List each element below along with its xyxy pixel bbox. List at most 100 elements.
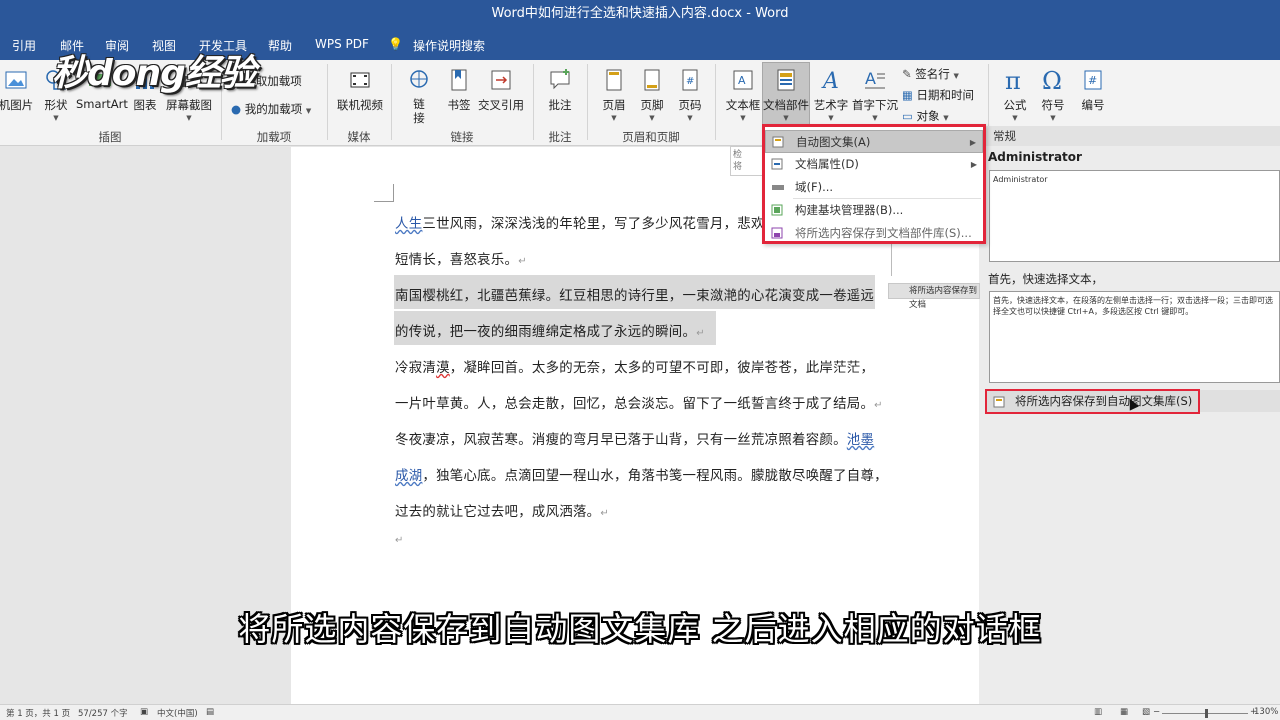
page-number-label: 页码	[678, 98, 702, 112]
save-to-autotext-gallery-button[interactable]: 将所选内容保存到自动图文集库(S)	[985, 389, 1200, 414]
menu-item-field[interactable]: 域(F)...	[765, 176, 983, 199]
window-title: Word中如何进行全选和快速插入内容.docx - Word	[0, 0, 1280, 30]
doc-line[interactable]: 冬夜凄凉，风寂苦寒。消瘦的弯月早已落于山背，只有一丝荒凉照着容颜。池墨	[395, 428, 874, 448]
zoom-slider-thumb[interactable]	[1205, 709, 1208, 718]
dropcap-label: 首字下沉	[852, 98, 898, 112]
cross-reference-icon	[491, 70, 511, 90]
video-icon	[350, 72, 370, 88]
underlined-word: 池墨	[846, 433, 875, 448]
line-text: 三世风雨，深深浅浅的年轮里，写了多少风花雪月，悲欢	[422, 217, 765, 232]
page-number-icon: #	[682, 69, 698, 91]
page-count[interactable]: 第 1 页，共 1 页	[6, 707, 70, 719]
doc-line-selected[interactable]: 的传说，把一夜的细雨缠绵定格成了永远的瞬间。↵	[395, 320, 705, 340]
wordart-icon: A	[821, 69, 839, 94]
field-icon	[772, 185, 784, 190]
omega-icon: Ω	[1042, 67, 1062, 94]
signature-icon: ✎	[902, 67, 912, 81]
language-indicator[interactable]: 中文(中国)	[157, 707, 198, 719]
web-layout-icon[interactable]: ▧	[1142, 707, 1150, 717]
doc-line[interactable]: ↵	[395, 532, 404, 547]
svg-text:#: #	[1088, 74, 1097, 87]
tab-help[interactable]: 帮助	[268, 37, 292, 54]
autotext-entry-preview[interactable]: Administrator	[989, 170, 1280, 262]
zoom-out-icon[interactable]: −	[1153, 707, 1160, 717]
calendar-icon: ▦	[902, 88, 913, 102]
line-text: 短情长，喜怒哀乐。	[395, 253, 519, 268]
doc-line-selected[interactable]: 南国樱桃红，北疆芭蕉绿。红豆相思的诗行里，一束潋滟的心花演变成一卷遥远	[395, 284, 874, 304]
link-button[interactable]: 链 接	[402, 66, 436, 125]
save-selection-icon	[771, 227, 783, 239]
quick-parts-button[interactable]: 文档部件 ▼	[762, 66, 810, 122]
menu-item-label: 将所选内容保存到文档部件库(S)...	[795, 226, 972, 240]
datetime-button[interactable]: ▦ 日期和时间	[902, 87, 974, 103]
menu-item-label: 自动图文集(A)	[796, 135, 871, 149]
signature-label: 签名行	[915, 67, 950, 81]
menu-item-autotext[interactable]: 自动图文集(A) ▶	[765, 130, 983, 153]
tab-references[interactable]: 引用	[12, 37, 36, 54]
chevron-down-icon: ▼	[953, 72, 959, 80]
zoom-level[interactable]: 130%	[1254, 707, 1278, 717]
menu-item-document-property[interactable]: 文档属性(D) ▶	[765, 153, 983, 176]
footer-label: 页脚	[640, 98, 664, 112]
symbol-button[interactable]: Ω 符号 ▼	[1034, 66, 1072, 122]
cross-reference-button[interactable]: 交叉引用	[476, 66, 526, 113]
number-icon: #	[1084, 70, 1102, 90]
doc-line[interactable]: 成湖，独笔心底。点滴回望一程山水，角落书笺一程风雨。朦胧散尽唤醒了自尊，	[395, 464, 888, 484]
dropcap-icon: A	[865, 69, 885, 89]
ghost-save-button: 将所选内容保存到文档	[888, 283, 980, 310]
print-layout-icon[interactable]: ▦	[1120, 707, 1128, 717]
chevron-down-icon: ▼	[611, 114, 617, 122]
doc-line[interactable]: 冷寂清漠，凝眸回首。太多的无奈，太多的可望不可即，彼岸苍苍，此岸茫茫，	[395, 356, 874, 376]
tab-wps-pdf[interactable]: WPS PDF	[315, 37, 369, 51]
line-text: 的传说，把一夜的细雨缠绵定格成了永远的瞬间。	[395, 325, 697, 340]
tell-me-search[interactable]: 操作说明搜索	[413, 37, 485, 54]
online-pictures-button[interactable]: 机图片	[0, 66, 34, 113]
footer-button[interactable]: 页脚 ▼	[635, 66, 669, 122]
globe-link-icon	[410, 70, 428, 88]
autotext-entry-title: Administrator	[988, 150, 1082, 164]
read-mode-icon[interactable]: ▥	[1094, 707, 1102, 717]
header-button[interactable]: 页眉 ▼	[597, 66, 631, 122]
underlined-word: 成湖	[395, 469, 423, 484]
wordart-button[interactable]: A 艺术字 ▼	[812, 66, 850, 122]
doc-line[interactable]: 短情长，喜怒哀乐。↵	[395, 248, 527, 268]
line-text: ，凝眸回首。太多的无奈，太多的可望不可即，彼岸苍苍，此岸茫茫，	[449, 361, 875, 376]
line-text: 一片叶草黄。人，总会走散，回忆，总会淡忘。留下了一纸誓言终于成了结局。	[395, 397, 875, 412]
document-property-icon	[771, 158, 783, 170]
dropcap-button[interactable]: A 首字下沉 ▼	[851, 66, 899, 122]
bookmark-button[interactable]: 书签	[442, 66, 476, 113]
doc-line[interactable]: 一片叶草黄。人，总会走散，回忆，总会淡忘。留下了一纸誓言终于成了结局。↵	[395, 392, 883, 412]
chevron-down-icon: ▼	[740, 114, 746, 122]
macro-record-icon[interactable]: ▤	[206, 707, 214, 717]
number-button[interactable]: # 编号	[1074, 66, 1112, 113]
autotext-icon	[772, 136, 784, 148]
doc-line[interactable]: 人生三世风雨，深深浅浅的年轮里，写了多少风花雪月，悲欢	[395, 212, 765, 232]
line-text: 冷寂清	[395, 361, 437, 376]
object-button[interactable]: ▭ 对象 ▼	[902, 108, 949, 124]
quick-parts-menu: 自动图文集(A) ▶ 文档属性(D) ▶ 域(F)... 构建基块管理器(B).…	[762, 124, 986, 244]
svg-text:A: A	[738, 74, 746, 87]
bookmark-icon	[451, 69, 467, 91]
online-video-button[interactable]: 联机视频	[334, 66, 386, 113]
comment-button[interactable]: 批注	[542, 66, 578, 113]
proofing-icon[interactable]: ▣	[140, 707, 148, 717]
line-text: 冬夜凄凉，风寂苦寒。消瘦的弯月早已落于山背，只有一丝荒凉照着容颜。	[395, 433, 847, 448]
doc-line[interactable]: 过去的就让它过去吧，成风洒落。↵	[395, 500, 609, 520]
cross-reference-label: 交叉引用	[478, 98, 524, 112]
quick-parts-label: 文档部件	[763, 98, 809, 112]
popup-text: 检	[733, 150, 743, 160]
textbox-button[interactable]: A 文本框 ▼	[724, 66, 762, 122]
datetime-label: 日期和时间	[916, 88, 975, 102]
my-addins-button[interactable]: ● 我的加载项 ▼	[231, 101, 311, 117]
menu-item-building-blocks-organizer[interactable]: 构建基块管理器(B)...	[765, 199, 983, 222]
page-number-button[interactable]: # 页码 ▼	[673, 66, 707, 122]
object-label: 对象	[916, 109, 940, 123]
signature-line-button[interactable]: ✎ 签名行 ▼	[902, 66, 959, 82]
autotext-entry-preview[interactable]: 首先，快速选择文本，在段落的左侧单击选择一行；双击选择一段；三击即可选择全文也可…	[989, 291, 1280, 383]
chevron-down-icon: ▼	[186, 114, 192, 122]
word-count[interactable]: 57/257 个字	[78, 707, 128, 719]
svg-text:π: π	[1005, 67, 1021, 94]
smartart-label: SmartArt	[76, 97, 128, 111]
equation-button[interactable]: π 公式 ▼	[996, 66, 1034, 122]
menu-item-save-selection-to-gallery[interactable]: 将所选内容保存到文档部件库(S)...	[765, 222, 983, 245]
